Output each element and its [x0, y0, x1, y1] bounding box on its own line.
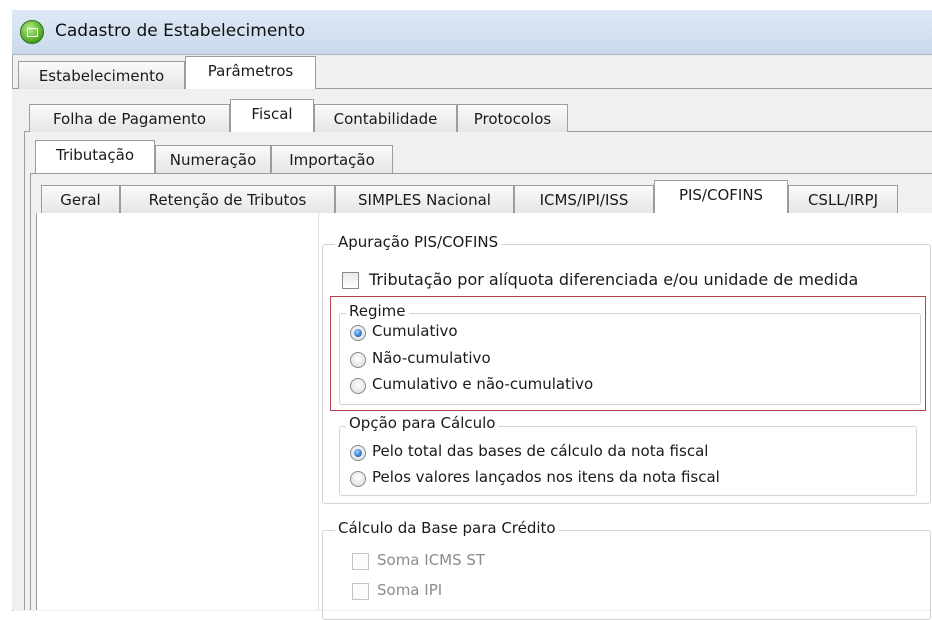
tab-csll-irpj[interactable]: CSLL/IRPJ: [788, 185, 898, 213]
opcao-total-bases-label[interactable]: Pelo total das bases de cálculo da nota …: [372, 442, 708, 460]
regime-ambos-label[interactable]: Cumulativo e não-cumulativo: [372, 375, 593, 393]
regime-cumulativo-label[interactable]: Cumulativo: [372, 322, 458, 340]
app-icon: [20, 20, 44, 44]
tab-parametros[interactable]: Parâmetros: [185, 56, 316, 89]
soma-ipi-label: Soma IPI: [377, 581, 443, 599]
tab-retencao-tributos[interactable]: Retenção de Tributos: [120, 185, 335, 213]
aliquota-checkbox-label[interactable]: Tributação por alíquota diferenciada e/o…: [369, 270, 858, 289]
regime-cumulativo-radio[interactable]: [350, 325, 366, 341]
regime-ambos-radio[interactable]: [350, 378, 366, 394]
tab-tributacao[interactable]: Tributação: [35, 140, 155, 173]
tab-simples-nacional[interactable]: SIMPLES Nacional: [335, 185, 514, 213]
tab-folha-pagamento[interactable]: Folha de Pagamento: [29, 104, 230, 132]
regime-nao-cumulativo-radio[interactable]: [350, 352, 366, 368]
group-apuracao-title: Apuração PIS/COFINS: [335, 233, 502, 251]
window-title: Cadastro de Estabelecimento: [55, 21, 306, 41]
content-divider: [318, 213, 319, 610]
aliquota-checkbox[interactable]: [342, 272, 359, 289]
tab-fiscal[interactable]: Fiscal: [230, 99, 314, 132]
tab-pis-cofins[interactable]: PIS/COFINS: [654, 180, 788, 213]
regime-nao-cumulativo-label[interactable]: Não-cumulativo: [372, 349, 491, 367]
tab-geral[interactable]: Geral: [41, 185, 120, 213]
opcao-valores-itens-radio[interactable]: [350, 471, 366, 487]
group-opcao-calculo-title: Opção para Cálculo: [346, 414, 499, 432]
group-base-credito: [322, 530, 931, 620]
tab-importacao[interactable]: Importação: [271, 145, 393, 173]
opcao-total-bases-radio[interactable]: [350, 445, 366, 461]
tab-estabelecimento[interactable]: Estabelecimento: [18, 61, 185, 89]
tab-numeracao[interactable]: Numeração: [155, 145, 271, 173]
tab-contabilidade[interactable]: Contabilidade: [314, 104, 457, 132]
soma-ipi-checkbox[interactable]: [352, 583, 369, 600]
soma-icms-st-label: Soma ICMS ST: [377, 551, 486, 569]
group-base-credito-title: Cálculo da Base para Crédito: [335, 519, 559, 537]
tab-protocolos[interactable]: Protocolos: [457, 104, 568, 132]
opcao-valores-itens-label[interactable]: Pelos valores lançados nos itens da nota…: [372, 468, 720, 486]
tab-icms-ipi-iss[interactable]: ICMS/IPI/ISS: [514, 185, 654, 213]
soma-icms-st-checkbox[interactable]: [352, 553, 369, 570]
